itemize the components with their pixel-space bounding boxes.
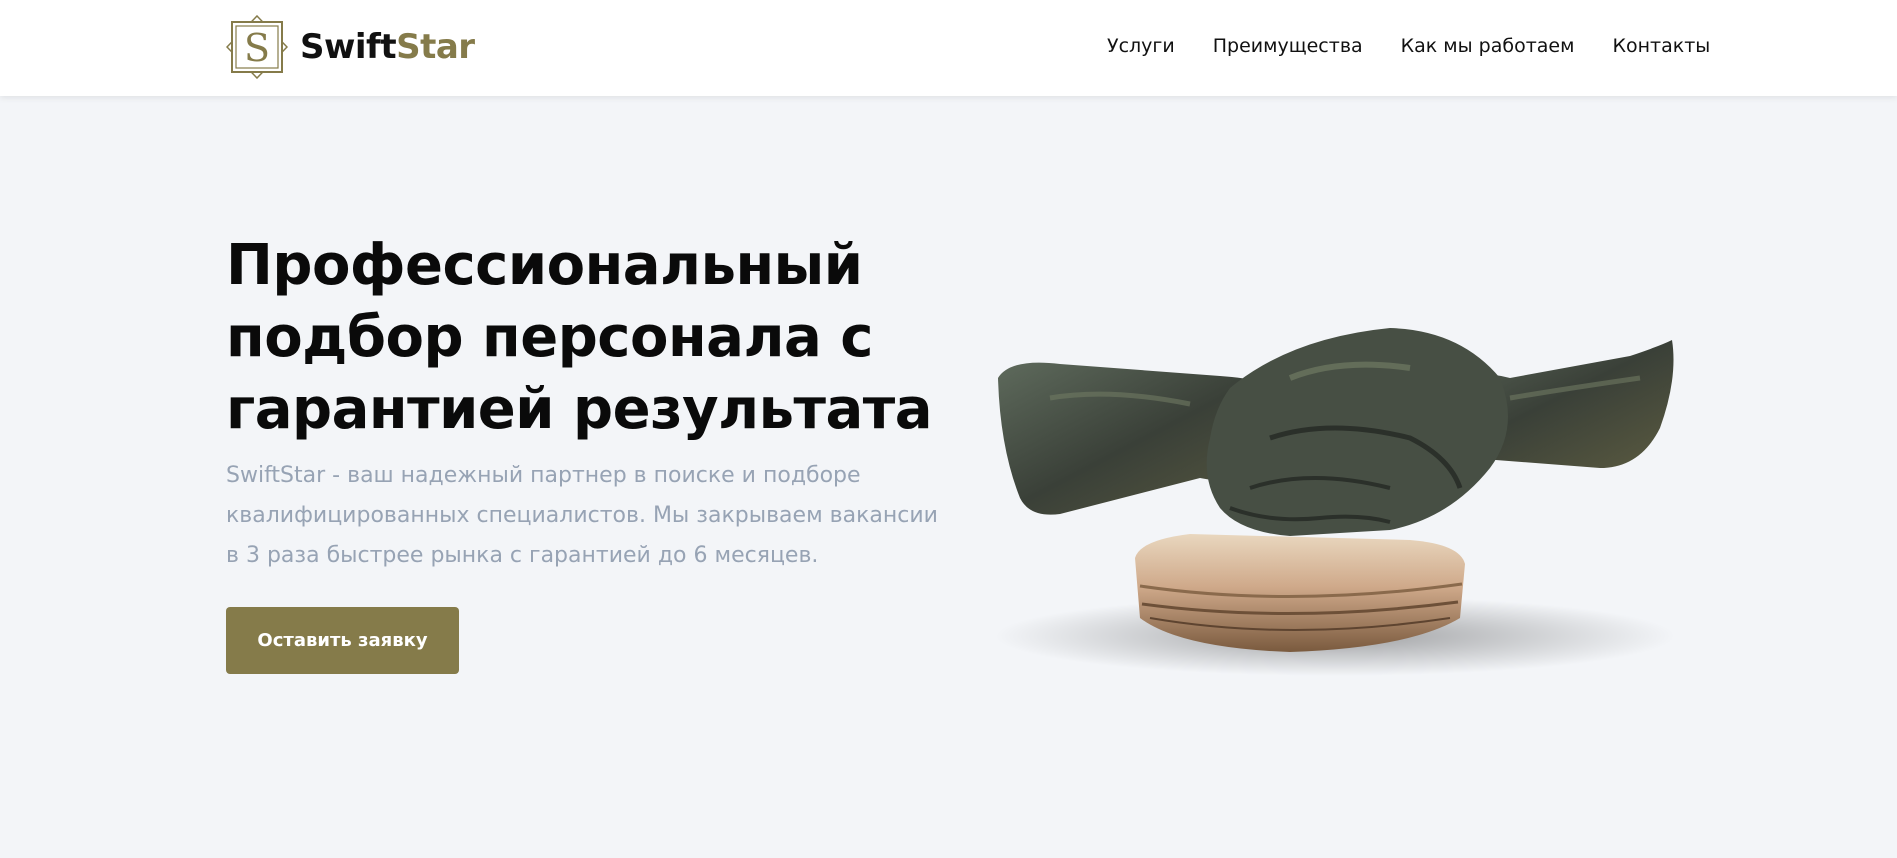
logo-emblem-icon: S	[226, 15, 288, 79]
nav-item-how-we-work[interactable]: Как мы работаем	[1401, 35, 1575, 57]
svg-text:S: S	[244, 26, 270, 70]
site-header: S SwiftStar Услуги Преимущества Как мы р…	[0, 0, 1897, 96]
main-nav: Услуги Преимущества Как мы работаем Конт…	[1107, 35, 1710, 57]
nav-item-advantages[interactable]: Преимущества	[1213, 35, 1363, 57]
brand-name: SwiftStar	[300, 27, 475, 67]
brand-name-part1: Swift	[300, 27, 397, 67]
hero-subtitle: SwiftStar - ваш надежный партнер в поиск…	[226, 463, 938, 568]
hero-title: Профессиональный подбор персонала с гара…	[226, 233, 933, 442]
nav-item-contacts[interactable]: Контакты	[1612, 35, 1710, 57]
brand-logo[interactable]: S SwiftStar	[226, 15, 475, 79]
brand-name-part2: Star	[396, 27, 475, 67]
submit-request-button[interactable]: Оставить заявку	[226, 607, 459, 674]
nav-item-services[interactable]: Услуги	[1107, 35, 1175, 57]
handshake-sculpture-image	[995, 328, 1675, 676]
